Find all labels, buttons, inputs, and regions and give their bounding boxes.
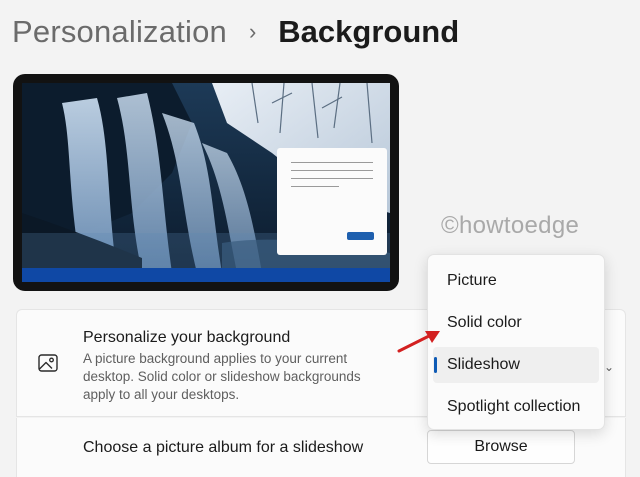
- option-slideshow[interactable]: Slideshow: [433, 347, 599, 383]
- image-icon: [38, 354, 58, 372]
- selection-indicator: [434, 357, 437, 373]
- preview-window: [277, 148, 387, 255]
- preview-screen: [22, 83, 390, 282]
- chevron-down-icon: ⌄: [604, 360, 615, 374]
- preview-line: [291, 162, 373, 163]
- preview-line: [291, 170, 373, 171]
- browse-button[interactable]: Browse: [427, 430, 575, 464]
- desktop-preview: [13, 74, 399, 291]
- chevron-right-icon: ›: [248, 19, 257, 44]
- breadcrumb-personalization[interactable]: Personalization: [12, 14, 227, 50]
- option-solid-color[interactable]: Solid color: [433, 305, 599, 341]
- option-spotlight-collection[interactable]: Spotlight collection: [433, 389, 599, 425]
- watermark: ©howtoedge: [441, 212, 580, 239]
- annotation-arrow-icon: [397, 331, 440, 353]
- preview-taskbar: [22, 268, 390, 282]
- option-picture[interactable]: Picture: [433, 263, 599, 299]
- setting-description: A picture background applies to your cur…: [83, 351, 361, 402]
- page-title: Background: [278, 14, 460, 49]
- breadcrumb: Personalization › Background: [12, 14, 459, 50]
- preview-button: [347, 232, 374, 240]
- setting-title: Choose a picture album for a slideshow: [83, 439, 364, 456]
- background-type-dropdown[interactable]: Picture Solid color Slideshow Spotlight …: [427, 254, 605, 430]
- setting-title: Personalize your background: [83, 329, 291, 346]
- preview-line: [291, 178, 373, 179]
- preview-line: [291, 186, 339, 187]
- option-label: Slideshow: [447, 356, 520, 373]
